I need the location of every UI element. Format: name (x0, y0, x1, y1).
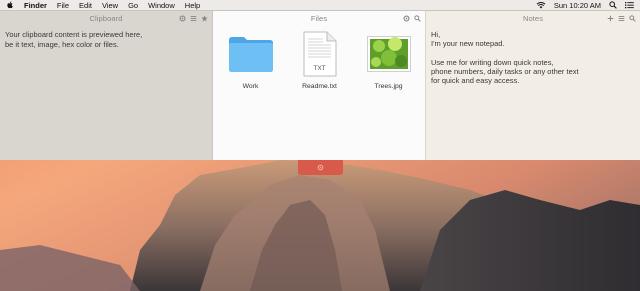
spotlight-search-icon[interactable] (609, 1, 617, 9)
notes-list-icon[interactable] (618, 15, 625, 22)
menu-edit[interactable]: Edit (79, 0, 92, 11)
file-name: Work (242, 83, 259, 90)
menu-window[interactable]: Window (148, 0, 175, 11)
file-item-work[interactable]: Work (222, 31, 280, 90)
notes-text-line: Use me for writing down quick notes, (431, 57, 554, 67)
notes-text-line: phone numbers, daily tasks or any other … (431, 66, 579, 76)
clipboard-preview-text: Your clipboard content is previewed here… (0, 25, 200, 54)
file-name: Readme.txt (302, 83, 337, 90)
menu-go[interactable]: Go (128, 0, 138, 11)
menu-app-finder[interactable]: Finder (24, 0, 47, 11)
apple-menu-icon[interactable] (6, 1, 14, 9)
files-header: Files (213, 11, 425, 25)
file-name: Trees.jpg (374, 83, 403, 90)
clipboard-title: Clipboard (89, 13, 123, 23)
notes-add-icon[interactable] (607, 15, 614, 22)
clipboard-text-line: Your clipboard content is previewed here… (5, 30, 143, 39)
clipboard-panel: Clipboard Your clipboard content is prev… (0, 11, 213, 160)
file-item-trees[interactable]: Trees.jpg (360, 31, 418, 90)
notes-search-icon[interactable] (629, 14, 636, 22)
shelf-panels: Clipboard Your clipboard content is prev… (0, 11, 640, 160)
notes-text-line: I'm your new notepad. (431, 39, 505, 49)
notes-header: Notes (426, 11, 640, 25)
file-grid: Work TXT Readme.txt Trees.jpg (213, 31, 426, 90)
clipboard-list-icon[interactable] (190, 15, 197, 22)
notes-text-line: Hi, (431, 30, 441, 39)
files-title: Files (310, 13, 328, 23)
notes-editor[interactable]: Hi, I'm your new notepad. Use me for wri… (426, 25, 626, 99)
folder-icon[interactable] (227, 31, 275, 77)
files-settings-icon[interactable] (403, 14, 410, 22)
text-file-icon[interactable]: TXT (296, 31, 344, 77)
notes-text-line: for quick and easy access. (431, 76, 520, 86)
menu-help[interactable]: Help (185, 0, 200, 11)
menu-view[interactable]: View (102, 0, 118, 11)
notes-panel: Notes Hi, I'm your new notepad. Use me f… (426, 11, 640, 160)
files-search-icon[interactable] (414, 14, 421, 22)
files-panel: Files Work TXT Readme.txt Trees.jpg (213, 11, 426, 160)
file-item-readme[interactable]: TXT Readme.txt (291, 31, 349, 90)
shelf-toggle-button[interactable] (298, 160, 343, 175)
notes-title: Notes (522, 13, 544, 23)
clipboard-text-line: be it text, image, hex color or files. (5, 39, 119, 49)
clipboard-header: Clipboard (0, 11, 212, 25)
clipboard-star-icon[interactable] (201, 14, 208, 22)
menu-bar: Finder File Edit View Go Window Help Sun… (0, 0, 640, 11)
image-thumbnail[interactable] (365, 31, 413, 77)
wifi-icon[interactable] (536, 1, 546, 9)
menubar-clock[interactable]: Sun 10:20 AM (554, 1, 601, 10)
clipboard-settings-icon[interactable] (179, 14, 186, 22)
notification-center-icon[interactable] (625, 1, 634, 9)
file-type-badge: TXT (313, 64, 326, 72)
menu-file[interactable]: File (57, 0, 69, 11)
settings-gear-icon (317, 164, 324, 171)
